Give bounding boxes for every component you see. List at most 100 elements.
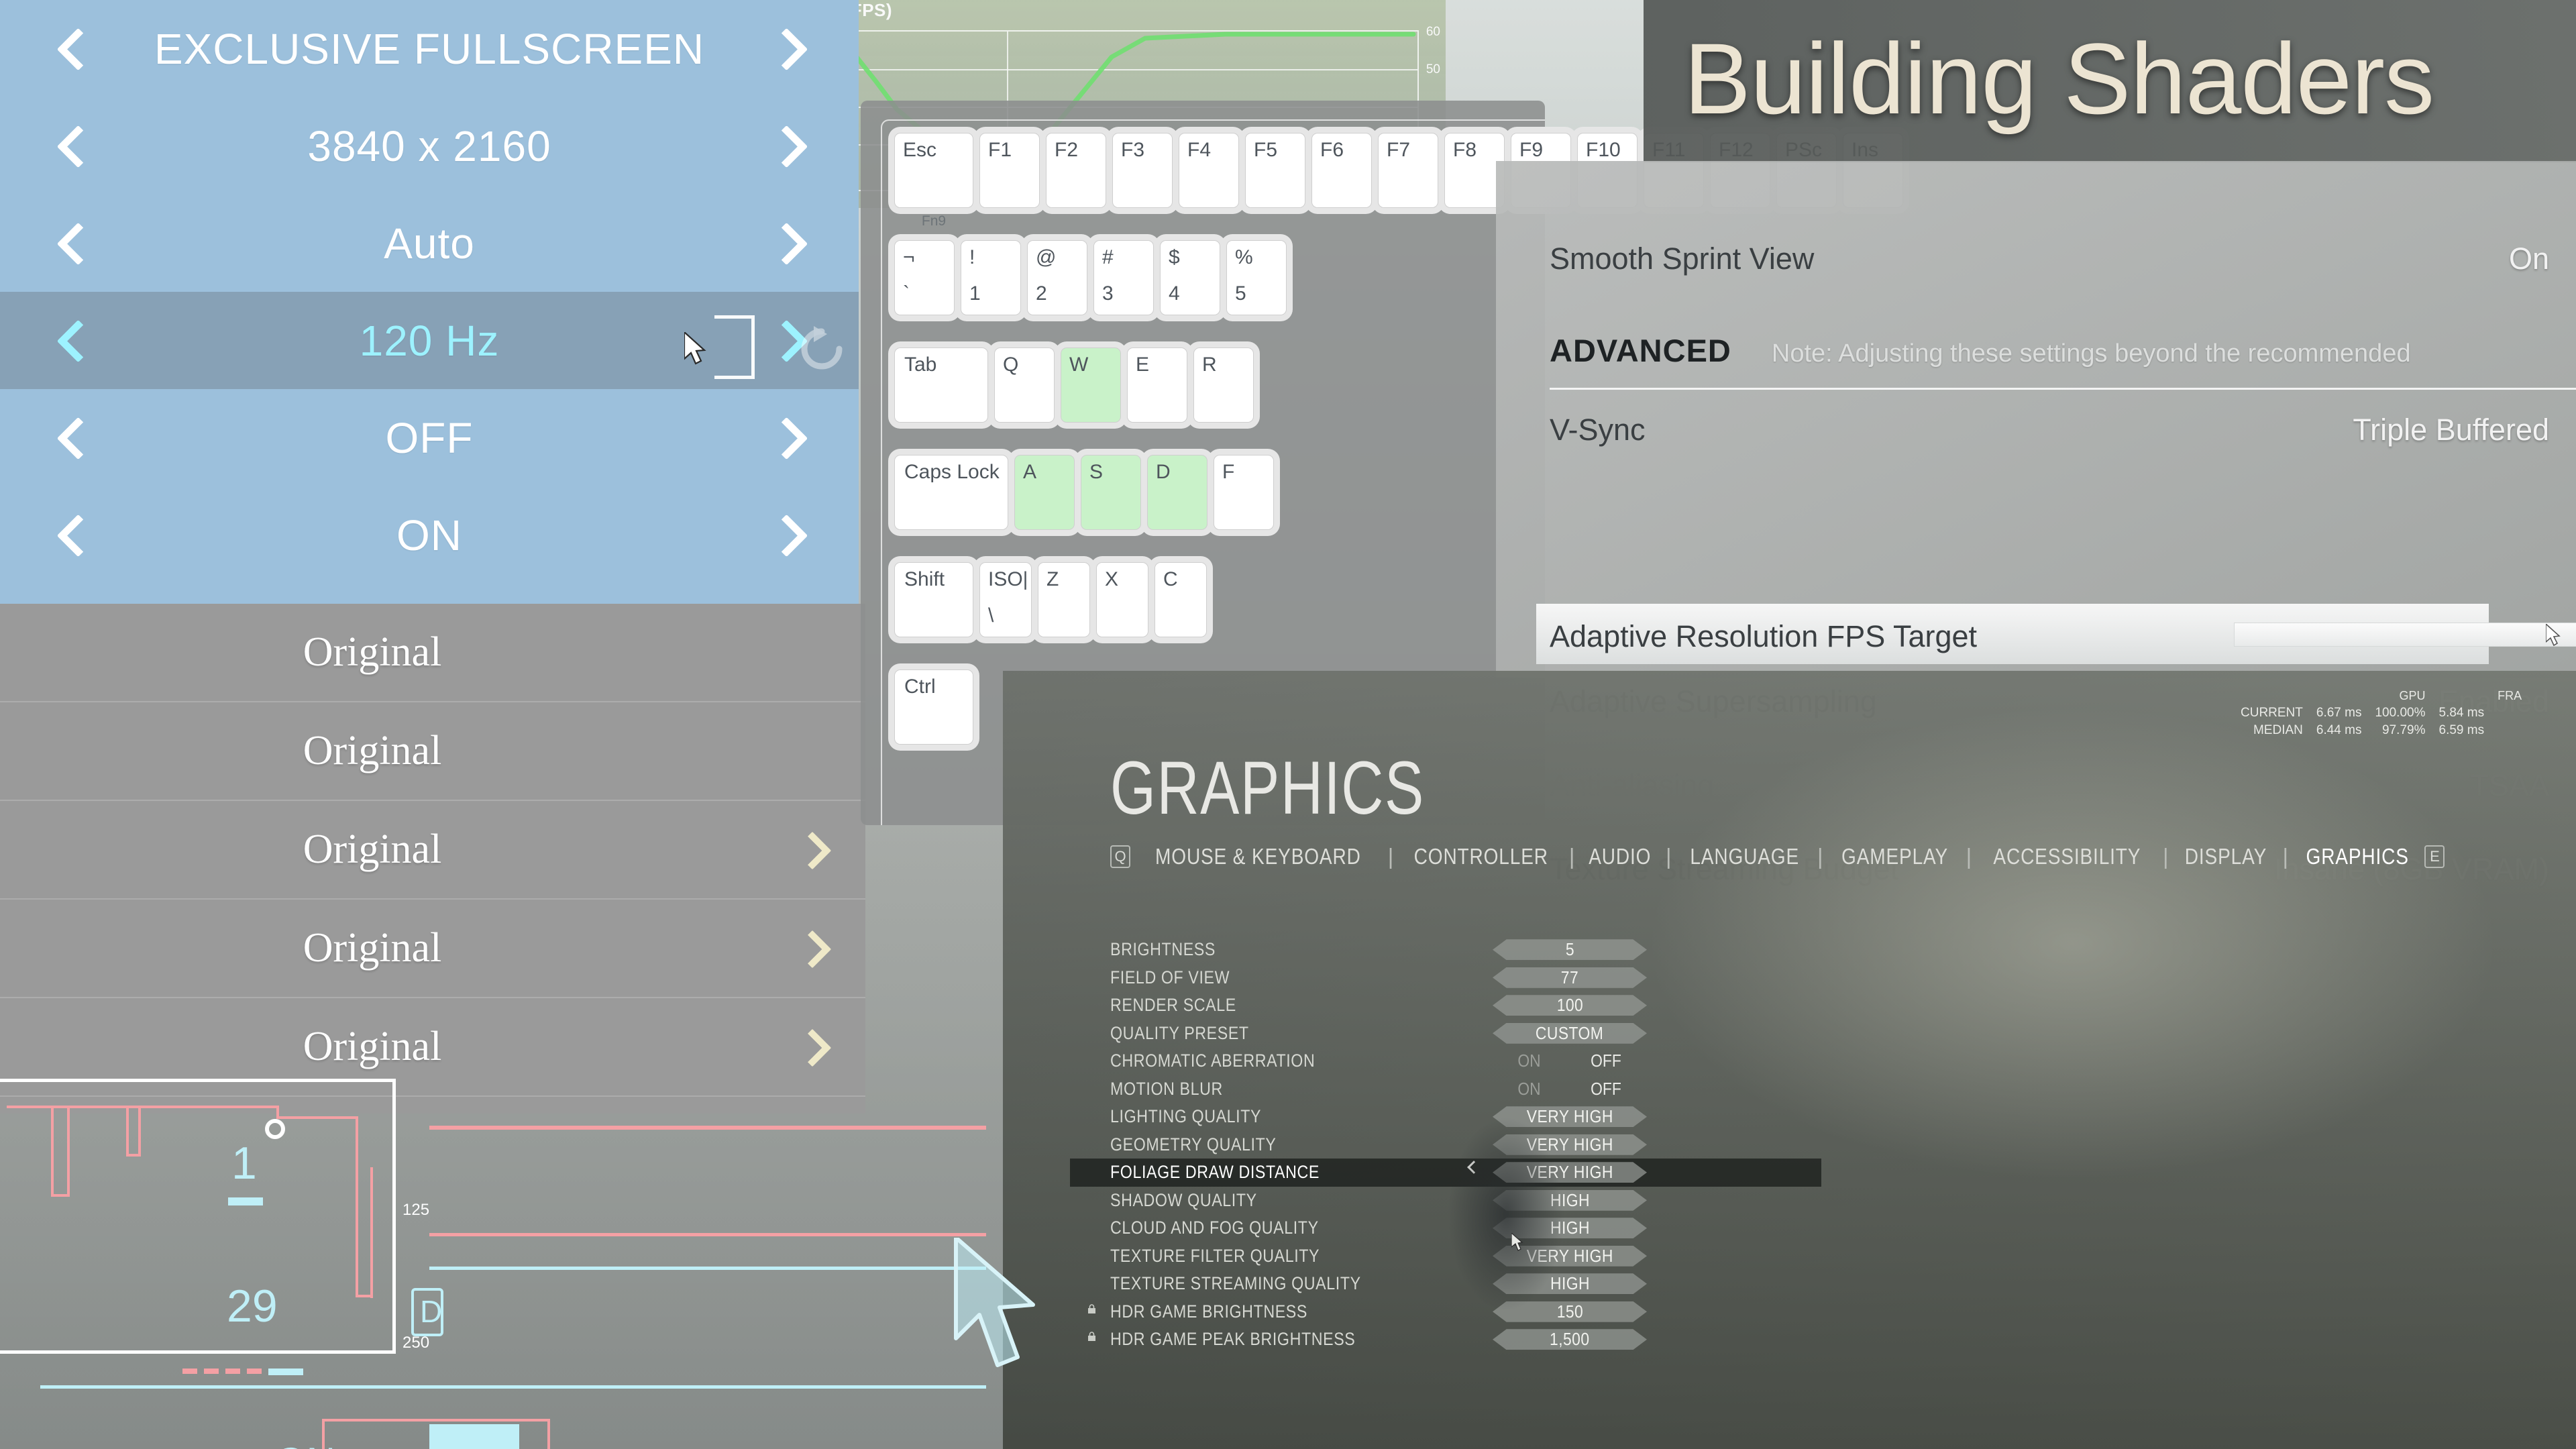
key-label: Ctrl [904,676,936,698]
key-shift[interactable]: Shift [894,562,973,637]
chevron-left-icon[interactable] [54,127,91,165]
key-a[interactable]: A [1014,455,1075,530]
key-caps-lock[interactable]: Caps Lock [894,455,1008,530]
tab-controller[interactable]: CONTROLLER [1414,844,1548,869]
fps-target-slider[interactable] [2234,623,2576,647]
display-row-value: 120 Hz [359,316,500,365]
chevron-left-icon[interactable] [54,30,91,68]
key-3[interactable]: # 3 [1093,240,1154,315]
setting-quality-preset[interactable]: QUALITY PRESET CUSTOM [1090,1020,1687,1048]
key-tab[interactable]: Tab [894,347,988,423]
setting-v-sync[interactable]: V-Sync Triple Buffered [1550,413,2549,447]
tab-graphics[interactable]: GRAPHICS [2306,844,2409,869]
key-label-top: $ [1169,246,1180,268]
chevron-right-icon[interactable] [795,833,828,867]
key-label: F [1222,461,1235,483]
key-w[interactable]: W [1061,347,1121,423]
display-row-value: 3840 x 2160 [307,121,551,170]
display-row-auto[interactable]: Auto [0,195,859,292]
toggle-off-label[interactable]: OFF [1591,1079,1621,1099]
key-d[interactable]: D [1147,455,1208,530]
key-r[interactable]: R [1193,347,1254,423]
key-c[interactable]: C [1155,562,1207,637]
chevron-left-icon[interactable] [54,322,91,360]
setting-toggle[interactable]: ON OFF [1493,1079,1647,1099]
list-item[interactable]: Original [0,604,865,702]
key-iso-backslash[interactable]: ISO| \ [979,562,1032,637]
perf-row-label: MEDIAN [2253,723,2303,737]
tab-accessibility[interactable]: ACCESSIBILITY [1994,844,2141,869]
key-q-badge: Q [1110,845,1130,868]
advanced-settings-overlay: Smooth Sprint View On ADVANCED Note: Adj… [1496,161,2576,886]
key-5[interactable]: % 5 [1226,240,1287,315]
chevron-left-icon[interactable] [54,419,91,457]
list-item-label: Original [303,629,442,675]
graphics-menu-panel: GRAPHICS Q MOUSE & KEYBOARD | CONTROLLER… [1003,671,2576,1449]
table-row: CURRENT 6.67 ms 100.00% 5.84 ms 171 F [2234,704,2528,722]
setting-chromatic-aberration[interactable]: CHROMATIC ABERRATION ON OFF [1090,1047,1687,1075]
key-s[interactable]: S [1081,455,1141,530]
display-row-window-mode[interactable]: EXCLUSIVE FULLSCREEN [0,0,859,97]
key-e[interactable]: E [1127,347,1187,423]
key-f4[interactable]: F4 [1179,133,1239,208]
chevron-right-icon[interactable] [767,419,805,457]
toggle-on-label[interactable]: ON [1517,1079,1540,1099]
display-row-on[interactable]: ON [0,486,859,584]
setting-brightness[interactable]: BRIGHTNESS 5 [1090,936,1687,964]
key-f3[interactable]: F3 [1112,133,1173,208]
list-item[interactable]: Original [0,702,865,801]
setting-field-of-view[interactable]: FIELD OF VIEW 77 [1090,964,1687,992]
chevron-right-icon[interactable] [795,932,828,965]
key-1[interactable]: ! 1 [961,240,1021,315]
key-f[interactable]: F [1214,455,1274,530]
tab-audio[interactable]: AUDIO [1589,844,1652,869]
key-label: S [1089,461,1104,483]
key-q[interactable]: Q [994,347,1055,423]
key-x[interactable]: X [1096,562,1148,637]
key-f1[interactable]: F1 [979,133,1040,208]
tab-language[interactable]: LANGUAGE [1690,844,1799,869]
setting-toggle[interactable]: ON OFF [1493,1051,1647,1071]
tab-mouse-keyboard[interactable]: MOUSE & KEYBOARD [1155,844,1361,869]
setting-smooth-sprint-view[interactable]: Smooth Sprint View On [1550,241,2549,276]
key-f2[interactable]: F2 [1046,133,1106,208]
list-item[interactable]: Original [0,801,865,900]
list-item[interactable]: Original [0,900,865,998]
key-label-top: ISO| [988,568,1028,590]
chevron-right-icon[interactable] [767,517,805,554]
setting-value-pill[interactable]: 5 [1493,939,1647,961]
chevron-right-icon[interactable] [767,30,805,68]
setting-value-pill[interactable]: CUSTOM [1493,1022,1647,1044]
toggle-off-label[interactable]: OFF [1591,1051,1621,1071]
key-esc[interactable]: Esc Fn9 [894,133,973,229]
chevron-left-icon[interactable] [54,517,91,554]
key-ctrl[interactable]: Ctrl [894,669,973,745]
tab-display[interactable]: DISPLAY [2184,844,2266,869]
setting-value-pill[interactable]: 100 [1493,995,1647,1016]
setting-motion-blur[interactable]: MOTION BLUR ON OFF [1090,1075,1687,1104]
key-backtick[interactable]: ¬ ` [894,240,955,315]
key-z[interactable]: Z [1038,562,1090,637]
list-item[interactable]: Original [0,998,865,1097]
list-item-label: Original [303,826,442,872]
chevron-left-icon[interactable] [54,225,91,262]
keyboard-row-ctrl: Ctrl [894,669,973,745]
chevron-right-icon[interactable] [795,1030,828,1064]
toggle-on-label[interactable]: ON [1517,1051,1540,1071]
setting-render-scale[interactable]: RENDER SCALE 100 [1090,991,1687,1020]
reset-icon[interactable] [795,322,849,376]
setting-name: RENDER SCALE [1110,995,1236,1016]
display-row-off[interactable]: OFF [0,389,859,486]
display-row-resolution[interactable]: 3840 x 2160 [0,97,859,195]
key-f6[interactable]: F6 [1311,133,1372,208]
tab-gameplay[interactable]: GAMEPLAY [1841,844,1948,869]
key-4[interactable]: $ 4 [1160,240,1220,315]
frame-rate-tick-50: 50 [1426,62,1440,76]
key-label: F2 [1055,139,1079,161]
chevron-right-icon[interactable] [767,225,805,262]
key-f5[interactable]: F5 [1245,133,1305,208]
key-f7[interactable]: F7 [1378,133,1438,208]
chevron-right-icon[interactable] [767,127,805,165]
key-2[interactable]: @ 2 [1027,240,1087,315]
setting-value-pill[interactable]: 77 [1493,967,1647,988]
